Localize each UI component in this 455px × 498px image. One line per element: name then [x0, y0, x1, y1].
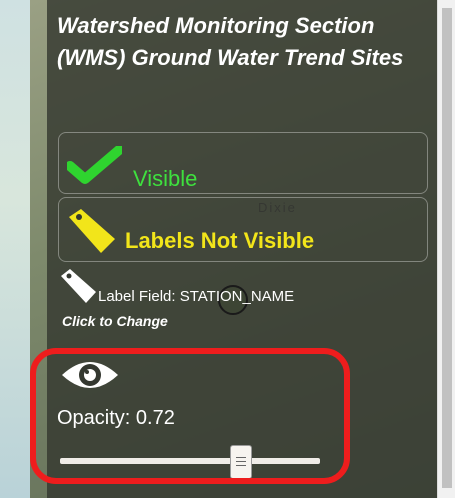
annotation-highlight: [30, 348, 350, 484]
visibility-toggle[interactable]: Visible: [58, 132, 428, 194]
tag-icon: [69, 209, 115, 253]
scrollbar-thumb[interactable]: [442, 8, 452, 488]
labels-toggle[interactable]: Labels Not Visible: [58, 197, 428, 262]
check-icon: [67, 146, 122, 184]
label-field-text: Label Field: STATION_NAME: [98, 288, 295, 305]
scrollbar[interactable]: [437, 0, 455, 498]
visibility-label: Visible: [133, 166, 198, 191]
label-field[interactable]: Label Field: STATION_NAME Click to Chang…: [60, 268, 420, 329]
layer-title: Watershed Monitoring Section (WMS) Groun…: [57, 13, 404, 70]
click-to-change-link[interactable]: Click to Change: [62, 313, 168, 329]
labels-label: Labels Not Visible: [125, 228, 315, 253]
tag-white-icon: [61, 269, 96, 303]
